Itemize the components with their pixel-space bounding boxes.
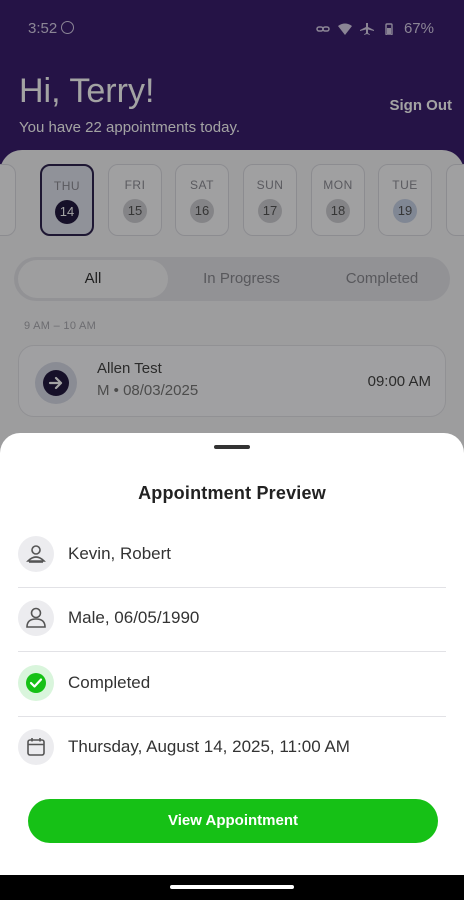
drag-handle[interactable] <box>214 445 250 449</box>
patient-row: Male, 06/05/1990 <box>18 588 446 652</box>
person-badge-icon <box>18 536 54 572</box>
datetime-row: Thursday, August 14, 2025, 11:00 AM <box>18 717 446 781</box>
home-gesture-handle[interactable] <box>170 885 294 889</box>
person-icon <box>18 600 54 636</box>
view-appointment-button[interactable]: View Appointment <box>28 799 438 843</box>
calendar-icon <box>18 729 54 765</box>
provider-row: Kevin, Robert <box>18 524 446 588</box>
status-row: Completed <box>18 653 446 717</box>
appointment-preview-sheet: Appointment Preview Kevin, Robert Male, … <box>0 433 464 875</box>
check-circle-icon <box>18 665 54 701</box>
patient-gender-dob: Male, 06/05/1990 <box>68 608 200 627</box>
system-nav-bar <box>0 875 464 900</box>
provider-name: Kevin, Robert <box>68 544 171 563</box>
sheet-title: Appointment Preview <box>138 483 326 503</box>
appointment-status: Completed <box>68 673 151 692</box>
app-screen: 3:52 67% Hi, Terry! You have 22 appointm… <box>0 0 464 900</box>
appointment-datetime: Thursday, August 14, 2025, 11:00 AM <box>68 737 350 756</box>
